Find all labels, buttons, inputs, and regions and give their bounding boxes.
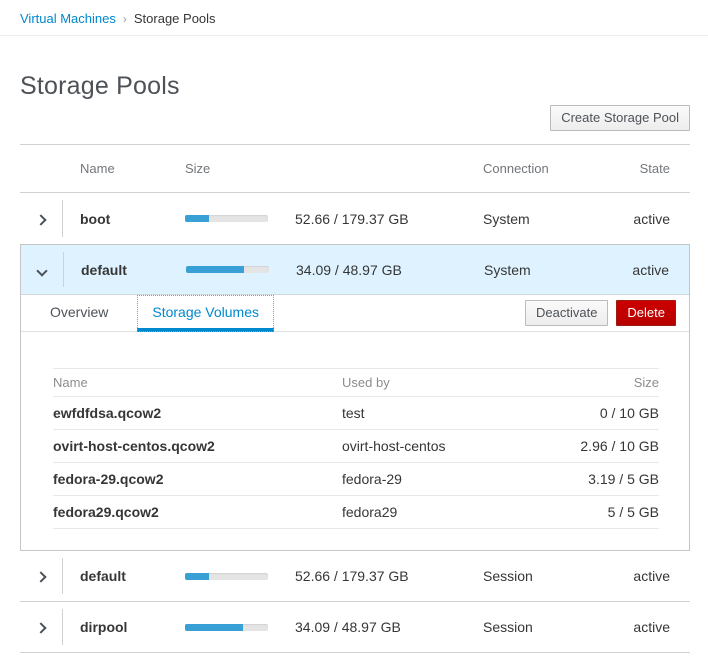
volume-name: fedora29.qcow2 [53, 504, 342, 520]
chevron-right-icon [35, 622, 46, 633]
volume-name: ewfdfdsa.qcow2 [53, 405, 342, 421]
pool-size: 34.09 / 48.97 GB [296, 262, 484, 278]
column-header-connection: Connection [483, 161, 600, 176]
usage-progress-bar [186, 266, 269, 273]
chevron-right-icon [35, 214, 46, 225]
volume-row: ovirt-host-centos.qcow2 ovirt-host-cento… [53, 430, 659, 463]
pool-state: active [600, 619, 690, 635]
create-storage-pool-button[interactable]: Create Storage Pool [550, 105, 690, 131]
usage-progress-bar [185, 624, 268, 631]
breadcrumb: Virtual Machines › Storage Pools [0, 0, 708, 36]
pool-size: 52.66 / 179.37 GB [295, 211, 483, 227]
pool-connection: Session [483, 619, 600, 635]
storage-pools-table: Name Size Connection State boot 52.66 / … [20, 144, 690, 653]
page-actions: Create Storage Pool [0, 103, 708, 130]
column-header-name: Name [62, 161, 185, 176]
storage-volumes-table: Name Used by Size ewfdfdsa.qcow2 test 0 … [53, 368, 659, 529]
pool-row-boot[interactable]: boot 52.66 / 179.37 GB System active [20, 193, 690, 244]
volume-name: ovirt-host-centos.qcow2 [53, 438, 342, 454]
volume-size: 2.96 / 10 GB [539, 438, 659, 454]
usage-progress-bar [185, 215, 268, 222]
pool-name: default [63, 262, 186, 278]
volume-used-by: ovirt-host-centos [342, 438, 539, 454]
volume-used-by: fedora29 [342, 504, 539, 520]
volume-used-by: fedora-29 [342, 471, 539, 487]
volume-name: fedora-29.qcow2 [53, 471, 342, 487]
volume-size: 3.19 / 5 GB [539, 471, 659, 487]
volume-row: ewfdfdsa.qcow2 test 0 / 10 GB [53, 397, 659, 430]
pool-row-default-system[interactable]: default 34.09 / 48.97 GB System active [21, 245, 689, 295]
pool-row-default-session[interactable]: default 52.66 / 179.37 GB Session active [20, 551, 690, 602]
detail-tabs-bar: Overview Storage Volumes Deactivate Dele… [21, 295, 689, 332]
pool-connection: System [484, 262, 601, 278]
pool-state: active [600, 568, 690, 584]
deactivate-button[interactable]: Deactivate [525, 300, 608, 326]
pool-row-dirpool[interactable]: dirpool 34.09 / 48.97 GB Session active [20, 602, 690, 653]
tab-storage-volumes[interactable]: Storage Volumes [137, 295, 274, 332]
column-header-size: Size [185, 161, 295, 176]
chevron-right-icon [35, 571, 46, 582]
volume-size: 5 / 5 GB [539, 504, 659, 520]
column-header-state: State [600, 161, 690, 176]
column-header-used-by: Used by [342, 375, 539, 390]
volume-size: 0 / 10 GB [539, 405, 659, 421]
pool-table-header-row: Name Size Connection State [20, 145, 690, 193]
breadcrumb-current: Storage Pools [134, 11, 216, 26]
delete-button[interactable]: Delete [616, 300, 676, 326]
column-header-size: Size [539, 375, 659, 390]
volume-row: fedora29.qcow2 fedora29 5 / 5 GB [53, 496, 659, 529]
page-title: Storage Pools [20, 72, 688, 101]
pool-name: default [62, 568, 185, 584]
pool-connection: System [483, 211, 600, 227]
pool-size: 52.66 / 179.37 GB [295, 568, 483, 584]
expanded-pool-group: default 34.09 / 48.97 GB System active O… [20, 244, 690, 551]
pool-name: dirpool [62, 619, 185, 635]
tab-overview[interactable]: Overview [35, 295, 123, 332]
breadcrumb-separator-icon: › [123, 12, 127, 26]
volume-used-by: test [342, 405, 539, 421]
pool-name: boot [62, 211, 185, 227]
column-header-name: Name [53, 375, 342, 390]
pool-state: active [601, 262, 689, 278]
usage-progress-bar [185, 573, 268, 580]
volumes-header-row: Name Used by Size [53, 369, 659, 397]
pool-connection: Session [483, 568, 600, 584]
pool-state: active [600, 211, 690, 227]
pool-size: 34.09 / 48.97 GB [295, 619, 483, 635]
volume-row: fedora-29.qcow2 fedora-29 3.19 / 5 GB [53, 463, 659, 496]
breadcrumb-link-virtual-machines[interactable]: Virtual Machines [20, 11, 116, 26]
storage-volumes-panel: Name Used by Size ewfdfdsa.qcow2 test 0 … [21, 332, 689, 550]
chevron-down-icon [36, 265, 47, 276]
